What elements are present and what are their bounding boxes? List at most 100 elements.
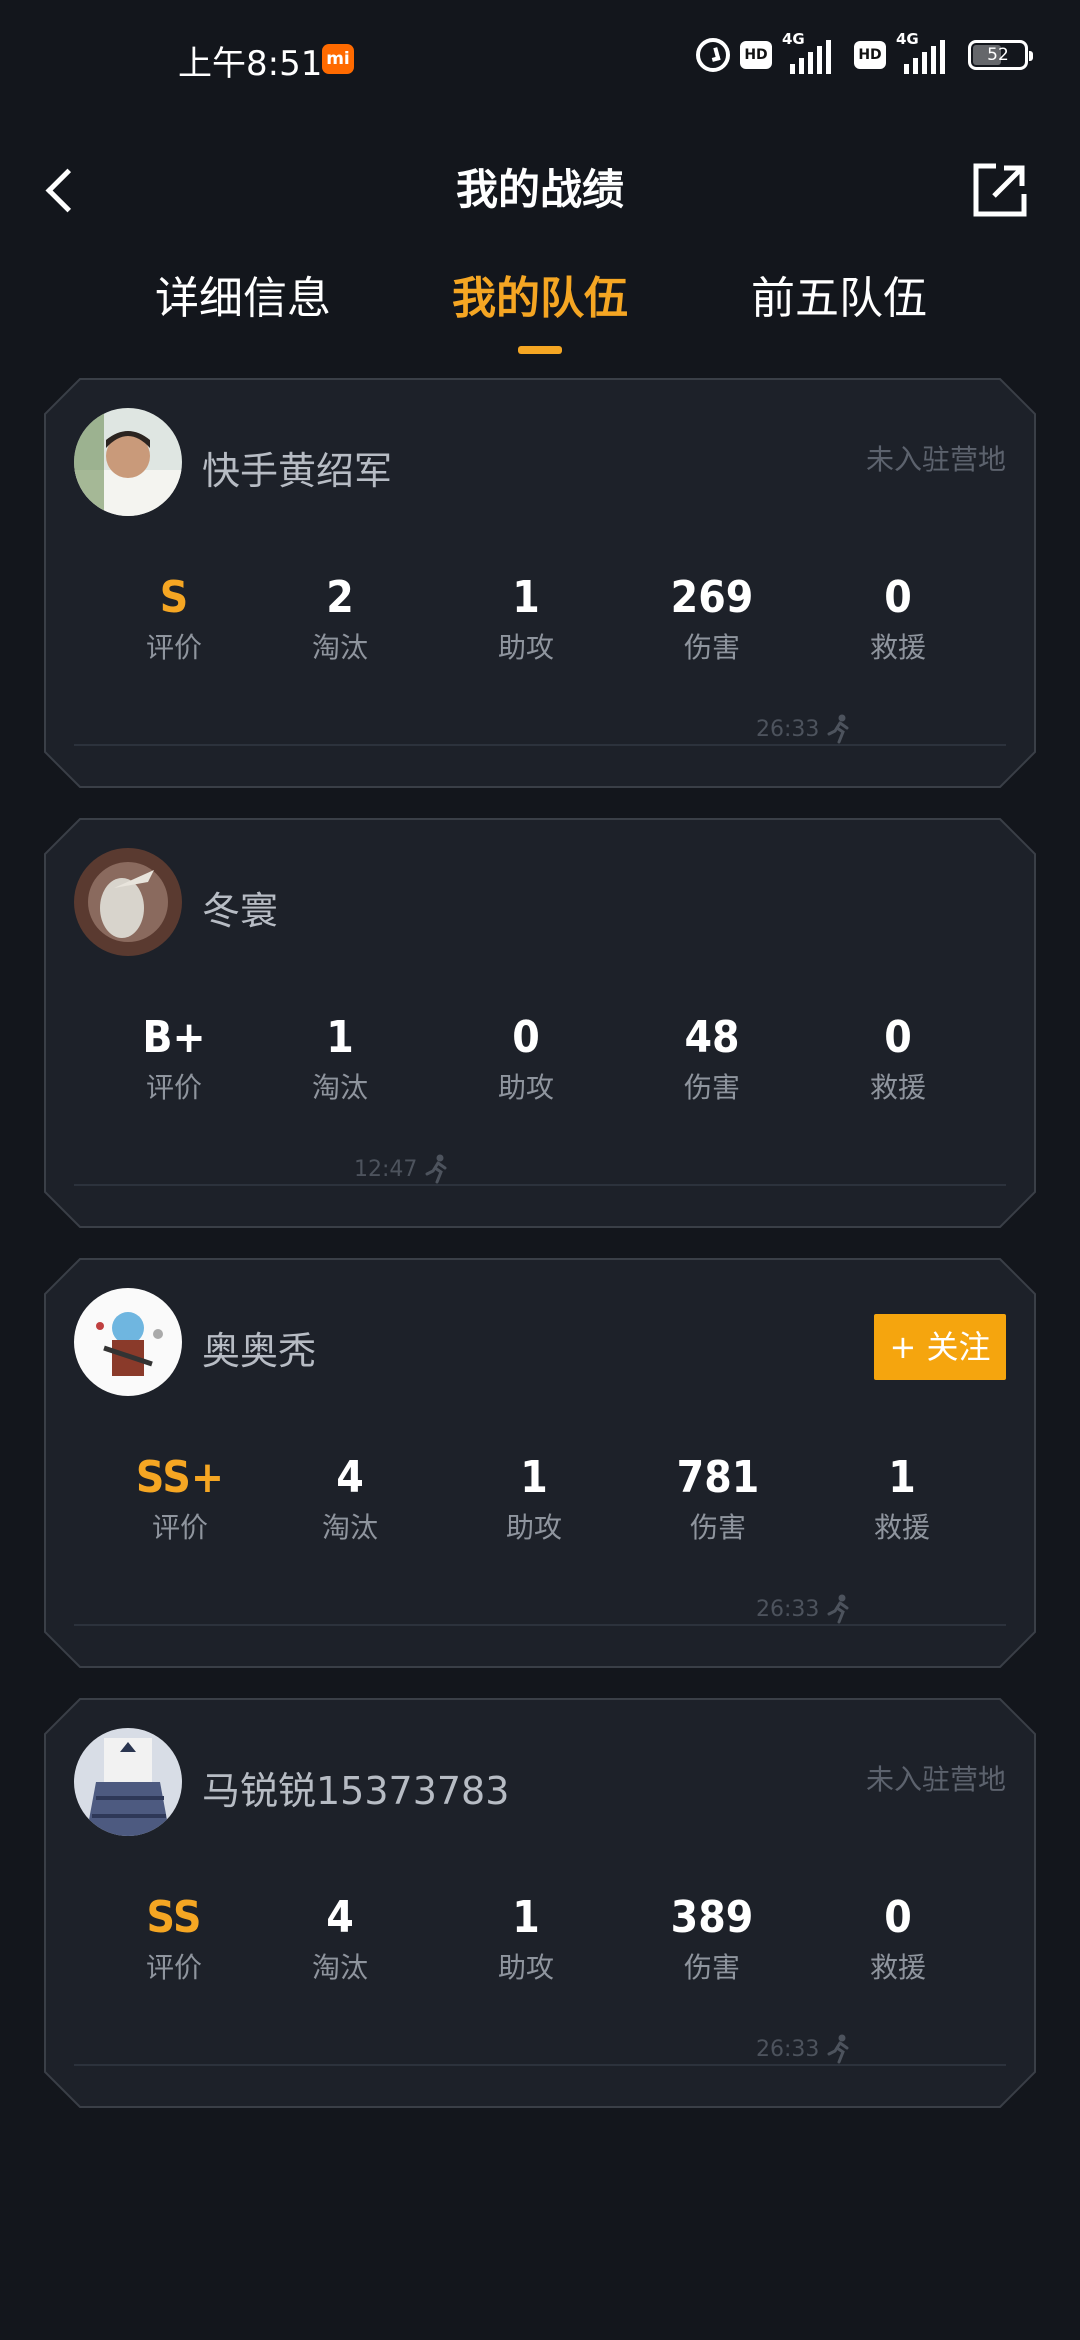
stat-rescues-value: 0 bbox=[884, 1892, 912, 1943]
stat-assists-label: 助攻 bbox=[497, 1951, 554, 1984]
survival-time: 26:33 bbox=[756, 716, 820, 742]
survival-timeline bbox=[74, 2064, 1006, 2066]
stat-rescues-value: 0 bbox=[884, 572, 912, 623]
stat-kills: 2 淘汰 bbox=[280, 572, 400, 666]
stat-kills-label: 淘汰 bbox=[311, 1951, 368, 1984]
stat-rating-label: 评价 bbox=[145, 1951, 202, 1984]
survival-marker: 26:33 bbox=[756, 714, 851, 744]
stat-rescues: 0 救援 bbox=[838, 572, 958, 666]
hd-badge-2: HD bbox=[854, 41, 886, 69]
stat-rescues: 0 救援 bbox=[838, 1012, 958, 1106]
player-card[interactable]: 快手黄绍军 未入驻营地 S 评价 2 淘汰 1 助攻 269 伤害 0 救援 26:33 bbox=[44, 378, 1036, 788]
avatar[interactable] bbox=[74, 1728, 182, 1836]
stat-damage: 269 伤害 bbox=[652, 572, 772, 666]
stat-damage-value: 48 bbox=[684, 1012, 740, 1063]
stat-rating: SS+ 评价 bbox=[120, 1452, 240, 1546]
signal-icon-2: 4G bbox=[896, 30, 958, 74]
stat-rating: S 评价 bbox=[114, 572, 234, 666]
stat-kills-label: 淘汰 bbox=[311, 1071, 368, 1104]
stat-assists-value: 1 bbox=[512, 572, 540, 623]
survival-time: 26:33 bbox=[756, 2036, 820, 2062]
tab-indicator bbox=[518, 346, 562, 354]
tab-bar: 详细信息 我的队伍 前五队伍 bbox=[0, 262, 1080, 352]
stat-assists-value: 1 bbox=[512, 1892, 540, 1943]
stat-assists: 1 助攻 bbox=[466, 572, 586, 666]
alarm-icon bbox=[696, 38, 730, 72]
stat-rating-label: 评价 bbox=[145, 1071, 202, 1104]
camp-status: 未入驻营地 bbox=[865, 443, 1006, 476]
running-man-icon bbox=[425, 1154, 447, 1184]
share-button[interactable] bbox=[970, 160, 1030, 220]
running-man-icon bbox=[827, 2034, 849, 2064]
survival-timeline bbox=[74, 1624, 1006, 1626]
stat-assists-label: 助攻 bbox=[497, 631, 554, 664]
stat-rating-value: B+ bbox=[142, 1012, 206, 1063]
stat-damage-label: 伤害 bbox=[683, 631, 740, 664]
stat-kills-label: 淘汰 bbox=[311, 631, 368, 664]
survival-timeline bbox=[74, 744, 1006, 746]
survival-marker: 26:33 bbox=[756, 2034, 851, 2064]
running-man-icon bbox=[827, 1594, 849, 1624]
stat-kills-value: 2 bbox=[326, 572, 354, 623]
stat-damage: 781 伤害 bbox=[658, 1452, 778, 1546]
player-name: 马锐锐15373783 bbox=[202, 1769, 510, 1813]
battery-icon: 52 bbox=[968, 40, 1033, 70]
stat-assists: 1 助攻 bbox=[466, 1892, 586, 1986]
camp-status: 未入驻营地 bbox=[865, 1763, 1006, 1796]
survival-timeline bbox=[74, 1184, 1006, 1186]
stat-rating: SS 评价 bbox=[114, 1892, 234, 1986]
signal-icon: 4G bbox=[782, 30, 844, 74]
running-man-icon bbox=[827, 714, 849, 744]
status-bar: 上午8:51 mi HD 4G HD 4G 52 bbox=[0, 0, 1080, 120]
stat-assists-value: 1 bbox=[520, 1452, 548, 1503]
stat-damage: 48 伤害 bbox=[652, 1012, 772, 1106]
stat-assists-value: 0 bbox=[512, 1012, 540, 1063]
player-name: 奥奥秃 bbox=[202, 1329, 317, 1373]
stat-kills: 1 淘汰 bbox=[280, 1012, 400, 1106]
stat-rating-value: SS+ bbox=[135, 1452, 225, 1503]
page-title: 我的战绩 bbox=[455, 165, 624, 214]
stat-kills-value: 4 bbox=[326, 1892, 354, 1943]
stat-damage-label: 伤害 bbox=[683, 1071, 740, 1104]
stat-rescues-label: 救援 bbox=[869, 631, 926, 664]
survival-marker: 12:47 bbox=[354, 1154, 449, 1184]
tab-my-team[interactable]: 我的队伍 bbox=[452, 262, 628, 326]
stat-rating-label: 评价 bbox=[151, 1511, 208, 1544]
avatar[interactable] bbox=[74, 408, 182, 516]
stat-damage-label: 伤害 bbox=[683, 1951, 740, 1984]
stat-rating: B+ 评价 bbox=[114, 1012, 234, 1106]
stat-kills: 4 淘汰 bbox=[290, 1452, 410, 1546]
stat-rating-value: S bbox=[159, 572, 189, 623]
hd-badge: HD bbox=[740, 41, 772, 69]
stat-damage-label: 伤害 bbox=[689, 1511, 746, 1544]
battery-level: 52 bbox=[987, 45, 1009, 65]
stat-kills: 4 淘汰 bbox=[280, 1892, 400, 1986]
stat-rescues-label: 救援 bbox=[873, 1511, 930, 1544]
stat-assists: 0 助攻 bbox=[466, 1012, 586, 1106]
stat-rescues-label: 救援 bbox=[869, 1951, 926, 1984]
stat-kills-value: 4 bbox=[336, 1452, 364, 1503]
status-time: 上午8:51 bbox=[178, 44, 323, 84]
stat-damage-value: 389 bbox=[670, 1892, 754, 1943]
player-name: 冬寰 bbox=[202, 889, 279, 933]
stat-rescues: 1 救援 bbox=[842, 1452, 962, 1546]
avatar[interactable] bbox=[74, 1288, 182, 1396]
stat-rescues-label: 救援 bbox=[869, 1071, 926, 1104]
tab-top-five[interactable]: 前五队伍 bbox=[751, 262, 927, 326]
stat-kills-label: 淘汰 bbox=[321, 1511, 378, 1544]
survival-marker: 26:33 bbox=[756, 1594, 851, 1624]
player-card[interactable]: 奥奥秃 + 关注 SS+ 评价 4 淘汰 1 助攻 781 伤害 1 救援 26:33 bbox=[44, 1258, 1036, 1668]
avatar[interactable] bbox=[74, 848, 182, 956]
stat-kills-value: 1 bbox=[326, 1012, 354, 1063]
player-card[interactable]: 冬寰 B+ 评价 1 淘汰 0 助攻 48 伤害 0 救援 12:47 bbox=[44, 818, 1036, 1228]
player-card[interactable]: 马锐锐15373783 未入驻营地 SS 评价 4 淘汰 1 助攻 389 伤害 0 救援… bbox=[44, 1698, 1036, 2108]
share-icon bbox=[973, 163, 1027, 217]
stat-rating-label: 评价 bbox=[145, 631, 202, 664]
stat-damage-value: 269 bbox=[670, 572, 754, 623]
follow-button[interactable]: + 关注 bbox=[874, 1314, 1006, 1380]
tab-details[interactable]: 详细信息 bbox=[155, 262, 331, 326]
stat-assists-label: 助攻 bbox=[497, 1071, 554, 1104]
stat-rescues-value: 1 bbox=[888, 1452, 916, 1503]
survival-time: 26:33 bbox=[756, 1596, 820, 1622]
mi-badge-icon: mi bbox=[322, 44, 354, 74]
